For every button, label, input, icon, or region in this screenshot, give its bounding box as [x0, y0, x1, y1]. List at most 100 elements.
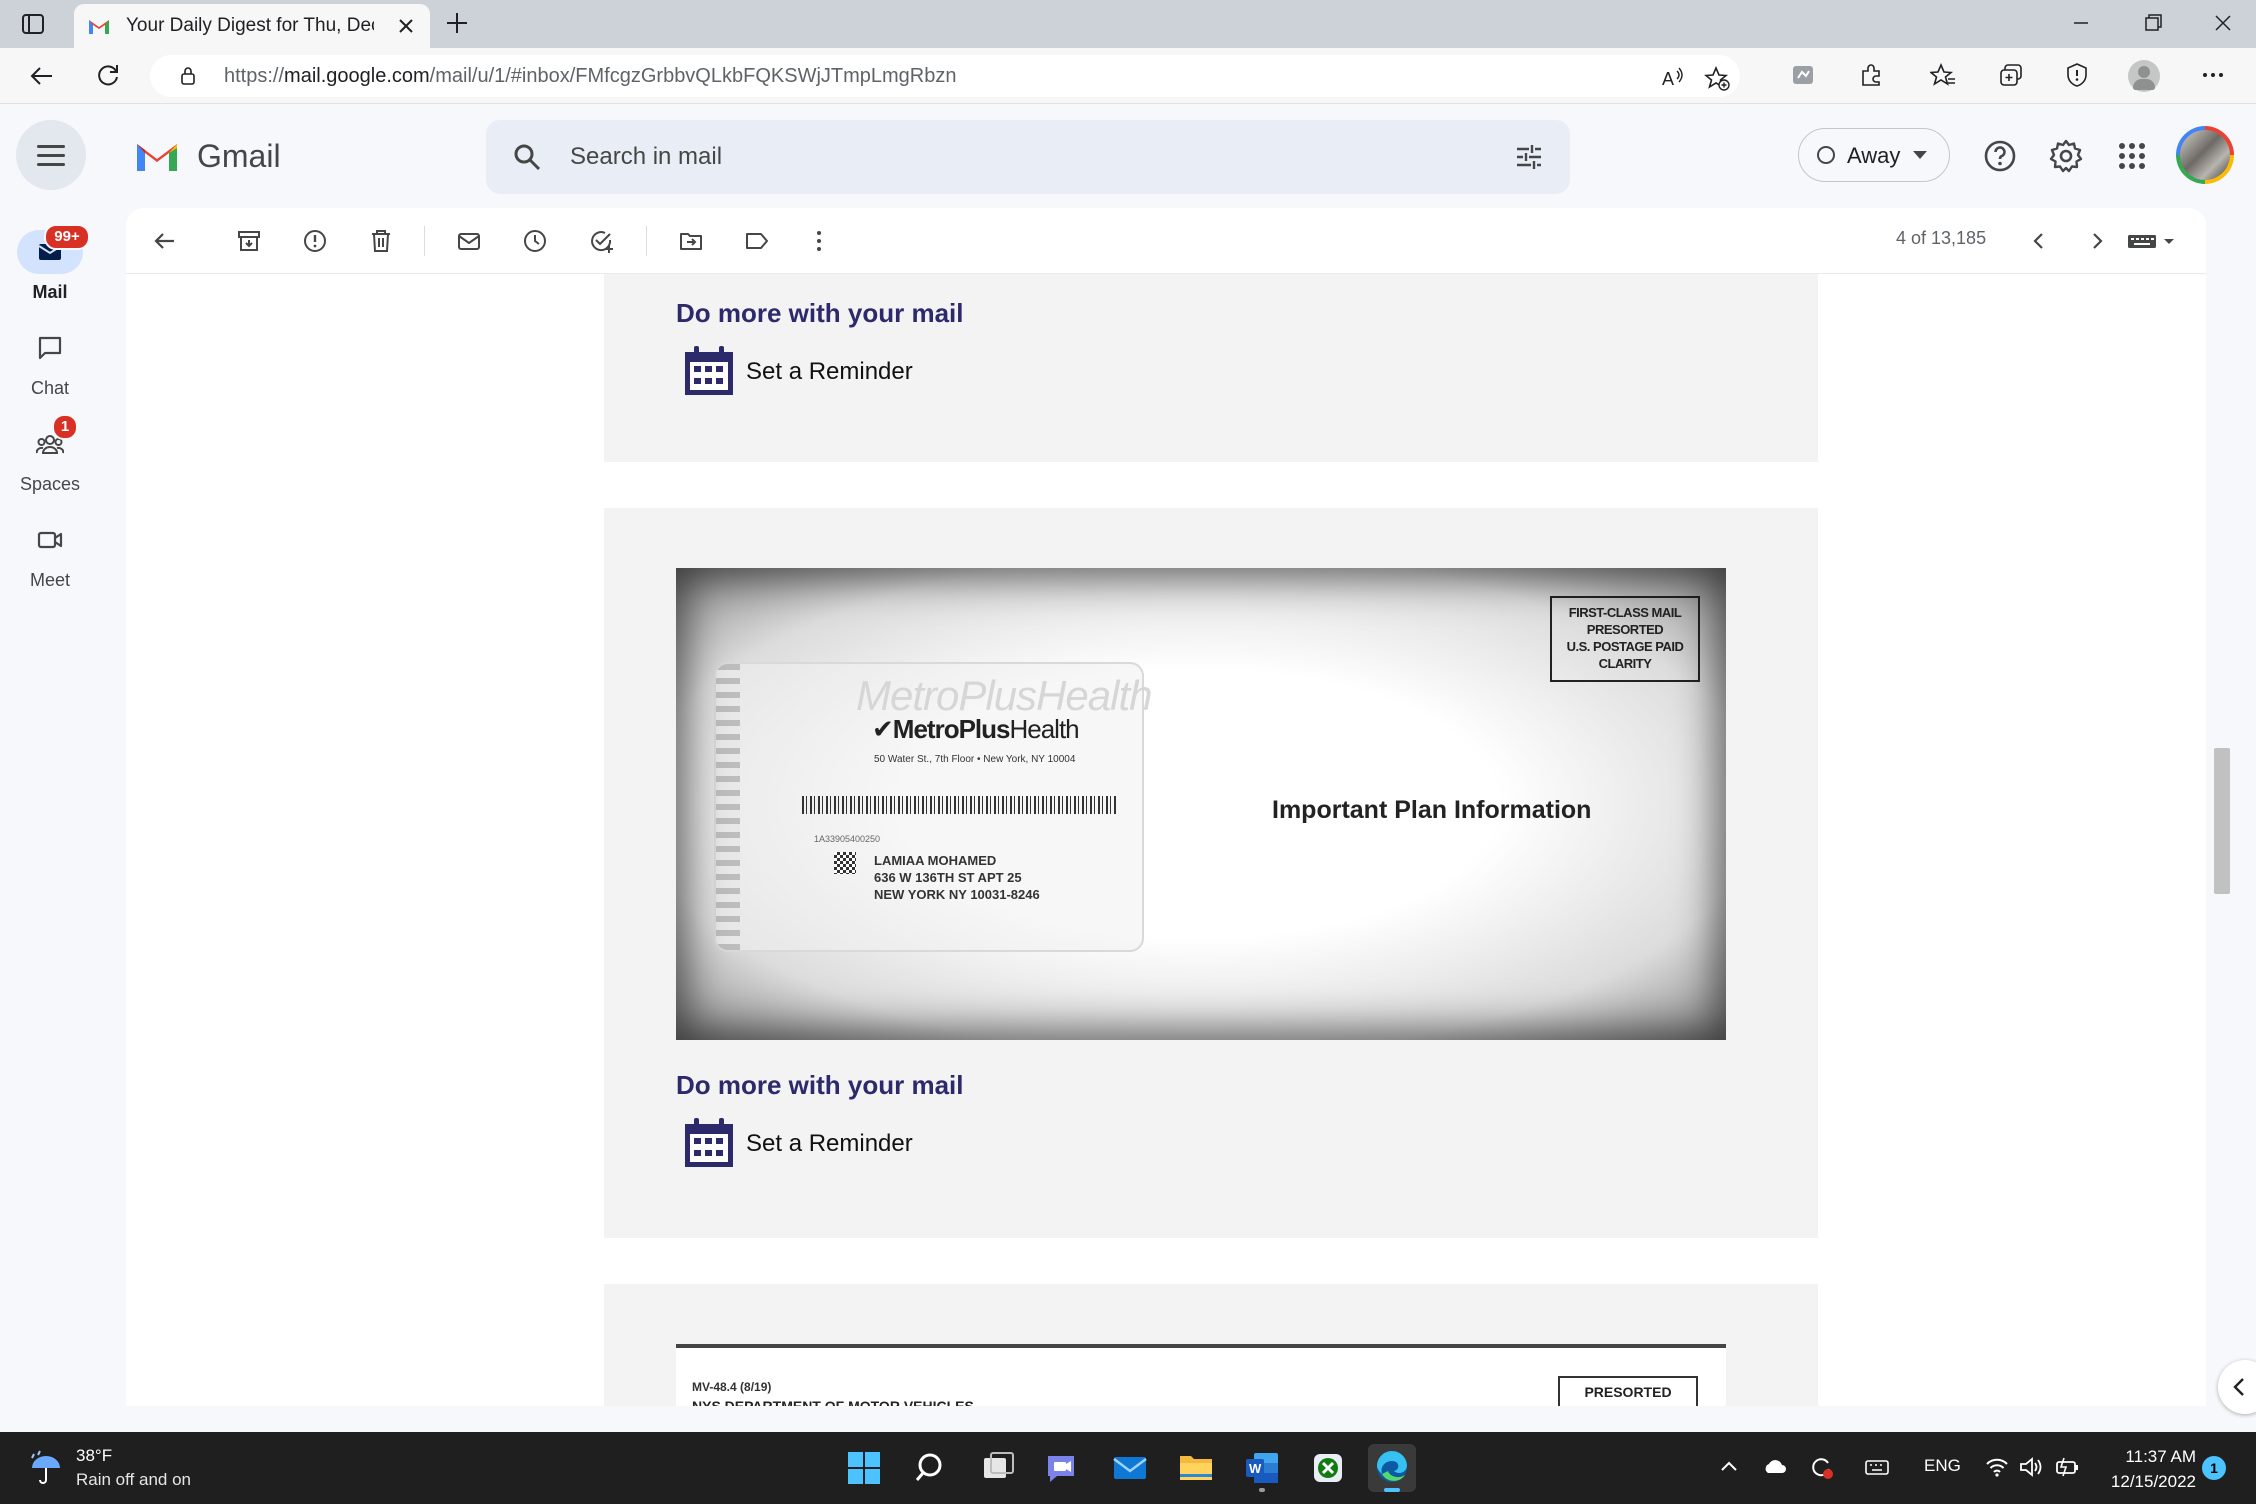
start-button[interactable] [840, 1444, 888, 1492]
chevron-left-icon [2233, 1378, 2244, 1396]
volume-icon[interactable] [2018, 1454, 2044, 1480]
system-clock[interactable]: 11:37 AM 12/15/2022 [2100, 1444, 2196, 1494]
running-indicator [1259, 1488, 1265, 1492]
teams-chat-button[interactable] [1040, 1444, 1088, 1492]
rain-umbrella-icon[interactable] [26, 1448, 66, 1488]
rail-meet-label: Meet [29, 570, 71, 590]
weather-temperature[interactable]: 38°F [76, 1446, 112, 1466]
help-icon[interactable] [1982, 138, 2018, 174]
apps-grid-icon[interactable] [2114, 138, 2150, 174]
mail-app-button[interactable] [1106, 1444, 1154, 1492]
archive-icon[interactable] [236, 228, 262, 254]
postage-indicia: PRESORTED [1558, 1376, 1698, 1406]
edge-icon [1376, 1450, 1407, 1482]
rail-spaces[interactable]: 1 Spaces [0, 414, 100, 502]
edge-browser-button[interactable] [1368, 1444, 1416, 1492]
delete-icon[interactable] [368, 228, 394, 254]
rail-chat-label: Chat [30, 378, 70, 398]
page-scrollbar-thumb[interactable] [2214, 748, 2230, 894]
toolbar-divider [424, 226, 425, 256]
input-tools-icon[interactable] [2126, 228, 2180, 254]
browser-tab[interactable]: Your Daily Digest for Thu, Dec 15 [74, 4, 430, 48]
onedrive-cloud-icon[interactable] [1762, 1454, 1788, 1480]
refresh-icon[interactable] [94, 62, 122, 90]
x-app-icon [1314, 1454, 1342, 1482]
settings-more-icon[interactable] [2200, 62, 2226, 88]
back-icon[interactable] [28, 62, 56, 90]
extensions-icon[interactable] [1858, 62, 1884, 88]
update-sync-icon[interactable] [1808, 1454, 1834, 1480]
xbox-app-button[interactable] [1304, 1444, 1352, 1492]
word-app-button[interactable]: W [1238, 1444, 1286, 1492]
move-to-icon[interactable] [678, 228, 704, 254]
snooze-clock-icon[interactable] [522, 228, 548, 254]
taskbar-search-button[interactable] [908, 1444, 956, 1492]
set-reminder-label: Set a Reminder [746, 358, 913, 385]
report-spam-icon[interactable] [302, 228, 328, 254]
battery-icon[interactable] [2054, 1454, 2080, 1480]
rail-chat[interactable]: Chat [0, 326, 100, 406]
favorites-icon[interactable] [1930, 62, 1956, 88]
sync-icon[interactable] [1790, 62, 1816, 88]
svg-text:W: W [1249, 1461, 1262, 1476]
close-tab-icon[interactable] [396, 16, 416, 36]
older-message-icon[interactable] [2084, 228, 2110, 254]
tab-actions-icon[interactable] [20, 11, 46, 37]
rail-meet[interactable]: Meet [0, 518, 100, 598]
rail-mail[interactable]: 99+ Mail [0, 224, 100, 310]
collections-icon[interactable] [1998, 62, 2024, 88]
gmail-header: Gmail Away [0, 104, 2256, 208]
gmail-logo-icon[interactable] [134, 138, 180, 174]
chevron-up-icon[interactable] [1716, 1454, 1742, 1480]
main-menu-button[interactable] [16, 120, 86, 190]
status-dropdown[interactable]: Away [1798, 128, 1950, 182]
left-rail: 99+ Mail Chat 1 Spaces Meet [0, 208, 100, 1432]
add-favorite-icon[interactable] [1704, 65, 1730, 91]
add-task-icon[interactable] [588, 228, 614, 254]
new-tab-icon[interactable] [444, 10, 470, 36]
avatar-photo [2180, 130, 2230, 180]
minimize-icon[interactable] [2068, 10, 2094, 36]
restore-icon[interactable] [2140, 10, 2166, 36]
label-icon[interactable] [744, 228, 770, 254]
weather-condition[interactable]: Rain off and on [76, 1470, 191, 1490]
gmail-wordmark[interactable]: Gmail [197, 138, 281, 175]
back-to-inbox-icon[interactable] [152, 228, 178, 254]
account-avatar[interactable] [2176, 126, 2234, 184]
set-reminder-link[interactable]: Set a Reminder [682, 1116, 982, 1172]
mark-unread-icon[interactable] [456, 228, 482, 254]
newer-message-icon[interactable] [2026, 228, 2052, 254]
keyboard-icon[interactable] [1864, 1454, 1890, 1480]
more-options-icon[interactable] [806, 228, 832, 254]
browser-essentials-icon[interactable] [2064, 62, 2090, 88]
message-counter: 4 of 13,185 [1896, 228, 1987, 248]
search-bar [486, 120, 1570, 194]
search-icon[interactable] [512, 142, 542, 172]
message-body: Do more with your mail Set a Reminder Me… [126, 274, 2206, 1406]
notification-badge[interactable]: 1 [2202, 1456, 2226, 1480]
folder-icon [1180, 1456, 1212, 1480]
read-aloud-icon[interactable]: A [1660, 65, 1686, 91]
close-window-icon[interactable] [2210, 10, 2236, 36]
lock-icon[interactable] [178, 66, 198, 86]
settings-gear-icon[interactable] [2048, 138, 2084, 174]
url-field[interactable]: https://mail.google.com/mail/u/1/#inbox/… [150, 55, 1740, 97]
task-view-button[interactable] [974, 1444, 1022, 1492]
side-panel-toggle[interactable] [2218, 1360, 2256, 1414]
message-toolbar: 4 of 13,185 [126, 208, 2206, 274]
spaces-badge: 1 [52, 414, 78, 440]
profile-icon[interactable] [2128, 60, 2160, 92]
set-reminder-link[interactable]: Set a Reminder [682, 344, 982, 400]
mail-app-icon [1113, 1457, 1147, 1479]
svg-text:A: A [1662, 69, 1674, 89]
form-number: MV-48.4 (8/19) [692, 1380, 772, 1394]
mail-scan-image[interactable]: MV-48.4 (8/19) NYS DEPARTMENT OF MOTOR V… [676, 1344, 1726, 1406]
mail-scan-image[interactable]: MetroPlusHealth ✔MetroPlusHealth 50 Wate… [676, 568, 1726, 1040]
search-input[interactable] [570, 138, 1430, 176]
file-explorer-button[interactable] [1172, 1444, 1220, 1492]
input-language[interactable]: ENG [1924, 1456, 1961, 1476]
wifi-icon[interactable] [1984, 1454, 2010, 1480]
away-status-icon [1817, 146, 1835, 164]
search-options-icon[interactable] [1514, 142, 1544, 172]
status-label: Away [1847, 143, 1901, 168]
